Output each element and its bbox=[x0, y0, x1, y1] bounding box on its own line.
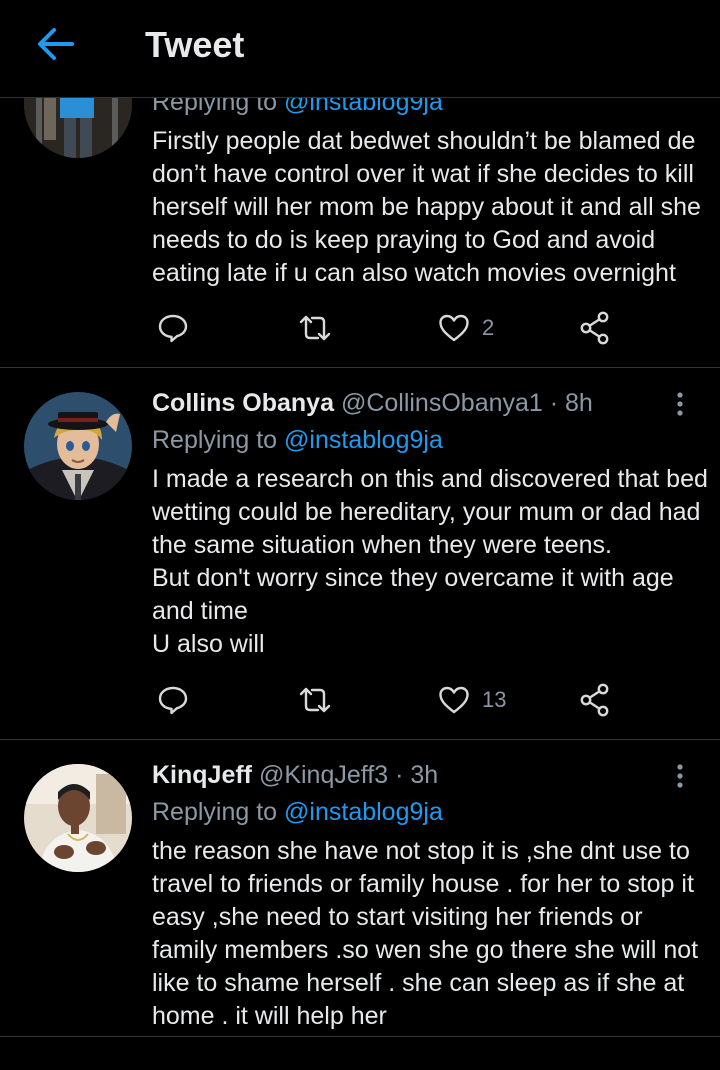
arrow-left-icon bbox=[38, 28, 74, 60]
replying-to-label: Replying to bbox=[152, 798, 285, 826]
reply-icon bbox=[158, 686, 188, 715]
avatar[interactable] bbox=[24, 764, 132, 872]
replying-to-handle[interactable]: @instablog9ja bbox=[284, 426, 443, 454]
heart-icon bbox=[439, 314, 469, 342]
like-count: 2 bbox=[482, 315, 495, 340]
tweet-text: I made a research on this and discovered… bbox=[152, 465, 708, 658]
retweet-icon bbox=[299, 687, 331, 713]
retweet-icon bbox=[299, 315, 331, 341]
like-button[interactable]: 13 bbox=[438, 680, 506, 720]
display-name[interactable]: Collins Obanya bbox=[152, 389, 334, 417]
reply-button[interactable] bbox=[157, 680, 189, 720]
reply-icon bbox=[158, 314, 188, 343]
share-button[interactable] bbox=[579, 680, 611, 720]
share-icon bbox=[580, 311, 609, 345]
more-vertical-icon bbox=[677, 392, 683, 416]
tweet-text: the reason she have not stop it is ,she … bbox=[152, 837, 699, 1030]
user-handle[interactable]: @CollinsObanya1 bbox=[341, 389, 543, 417]
heart-icon bbox=[439, 686, 469, 714]
share-button[interactable] bbox=[579, 308, 611, 348]
more-button[interactable] bbox=[668, 760, 692, 796]
replying-to: Replying to @instablog9ja bbox=[152, 798, 443, 827]
timestamp: · 8h bbox=[542, 389, 593, 417]
like-count: 13 bbox=[482, 687, 507, 712]
reply-button[interactable] bbox=[157, 308, 189, 348]
retweet-button[interactable] bbox=[297, 308, 333, 348]
replying-to-label: Replying to bbox=[152, 426, 285, 454]
tweet-divider bbox=[0, 1036, 720, 1037]
more-button[interactable] bbox=[668, 388, 692, 424]
timestamp: · 3h bbox=[388, 761, 439, 789]
display-name[interactable]: KinqJeff bbox=[152, 761, 252, 789]
tweet-2[interactable]: Collins Obanya @CollinsObanya1 · 8h Repl… bbox=[0, 368, 720, 739]
back-button[interactable] bbox=[34, 24, 78, 64]
replying-to: Replying to @instablog9ja bbox=[152, 426, 443, 455]
user-handle[interactable]: @KinqJeff3 bbox=[259, 761, 388, 789]
like-button[interactable]: 2 bbox=[438, 308, 494, 348]
page-title: Tweet bbox=[145, 24, 245, 65]
tweet-header: Collins Obanya @CollinsObanya1 · 8h bbox=[152, 389, 593, 418]
retweet-button[interactable] bbox=[297, 680, 333, 720]
more-vertical-icon bbox=[677, 764, 683, 788]
replying-to-handle[interactable]: @instablog9ja bbox=[284, 798, 443, 826]
tweet-3[interactable]: KinqJeff @KinqJeff3 · 3h Replying to @in… bbox=[0, 740, 720, 1036]
top-bar: Tweet bbox=[0, 0, 720, 98]
share-icon bbox=[580, 683, 609, 717]
tweet-header: KinqJeff @KinqJeff3 · 3h bbox=[152, 761, 438, 790]
tweet-text: Firstly people dat bedwet shouldn’t be b… bbox=[152, 127, 701, 287]
avatar[interactable] bbox=[24, 392, 132, 500]
